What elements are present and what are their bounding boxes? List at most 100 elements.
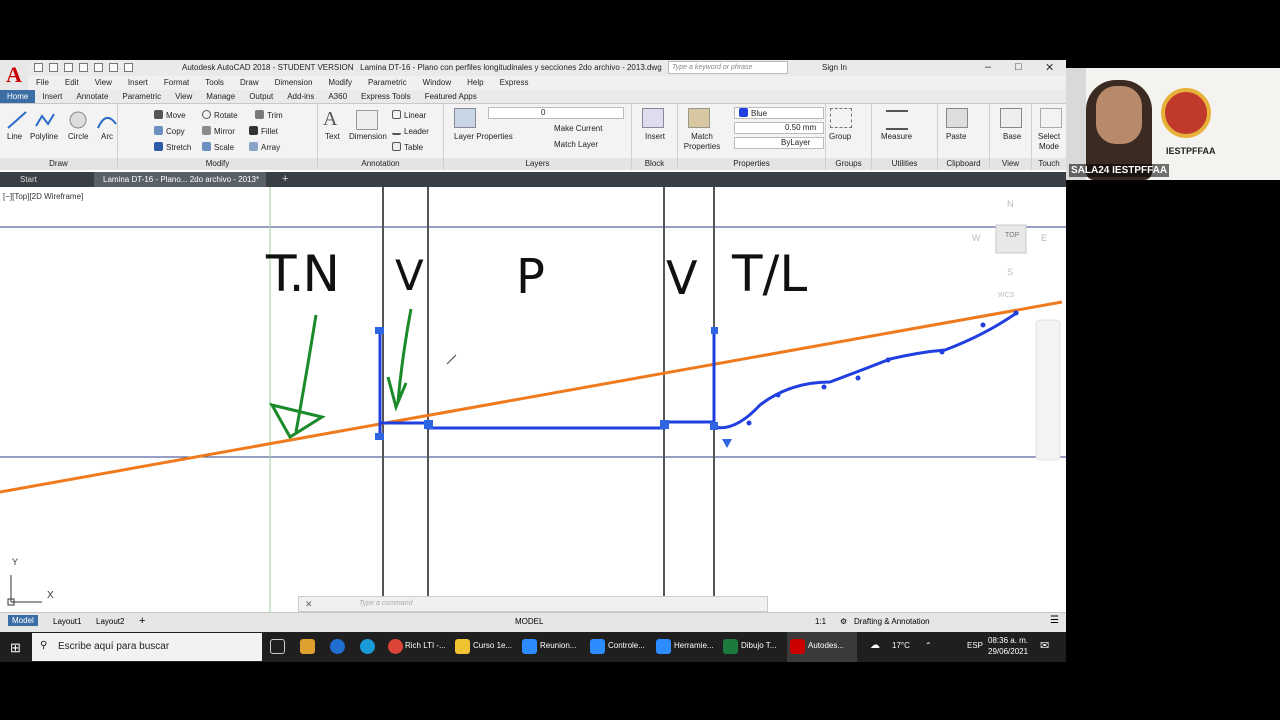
rotate-button[interactable]: Rotate [202, 110, 238, 120]
save-icon[interactable] [64, 63, 73, 72]
taskbar-app-folder[interactable]: Curso 1e... [473, 641, 512, 650]
autocad-icon[interactable] [790, 639, 805, 654]
task-view-icon[interactable] [270, 639, 285, 654]
help-search-input[interactable]: Type a keyword or phrase [668, 61, 788, 74]
weather-temp[interactable]: 17°C [892, 641, 910, 650]
taskbar-app-autocad[interactable]: Autodes... [808, 641, 844, 650]
group-icon[interactable] [830, 108, 852, 128]
open-icon[interactable] [49, 63, 58, 72]
menu-help[interactable]: Help [459, 76, 491, 90]
grip-2[interactable] [375, 433, 384, 440]
line-button[interactable]: Line [7, 132, 22, 141]
edge-icon[interactable] [360, 639, 375, 654]
edge-legacy-icon[interactable] [330, 639, 345, 654]
trim-button[interactable]: Trim [255, 110, 283, 120]
maximize-icon[interactable]: □ [1015, 61, 1022, 73]
viewcube-north[interactable]: N [1007, 199, 1014, 209]
match-properties-button[interactable]: Match Properties [681, 132, 723, 152]
layer-properties-icon[interactable] [454, 108, 476, 128]
menu-parametric[interactable]: Parametric [360, 76, 415, 90]
menu-dimension[interactable]: Dimension [267, 76, 321, 90]
mirror-button[interactable]: Mirror [202, 126, 235, 136]
notifications-icon[interactable]: ✉ [1040, 639, 1049, 652]
grip-3[interactable] [424, 420, 433, 429]
taskbar-app-zoom-3[interactable]: Herramie... [674, 641, 714, 650]
layer-properties-button[interactable]: Layer Properties [454, 132, 513, 142]
tab-manage[interactable]: Manage [199, 90, 242, 103]
scale-button[interactable]: Scale [202, 142, 234, 152]
layers-panel-title[interactable]: Layers [444, 158, 631, 170]
drawing-canvas[interactable]: [−][Top][2D Wireframe] T.N V P V T/L TOP… [0, 187, 1066, 612]
menu-view[interactable]: View [87, 76, 120, 90]
sign-in-button[interactable]: Sign In [822, 63, 847, 72]
measure-button[interactable]: Measure [881, 132, 912, 141]
active-document-label[interactable]: Lamina DT-16 - Plano... 2do archivo - 20… [103, 175, 259, 184]
base-button[interactable]: Base [1003, 132, 1021, 141]
match-layer-button[interactable]: Match Layer [554, 140, 598, 149]
annotation-scale[interactable]: 1:1 [815, 617, 826, 626]
base-icon[interactable] [1000, 108, 1022, 128]
clipboard-panel-title[interactable]: Clipboard [938, 158, 989, 170]
grip-5[interactable] [711, 327, 718, 334]
tab-home[interactable]: Home [0, 90, 36, 103]
viewcube-top[interactable]: TOP [1005, 232, 1019, 239]
taskbar-app-zoom-2[interactable]: Controle... [608, 641, 645, 650]
select-mode-icon[interactable] [1040, 108, 1062, 128]
dimension-button[interactable]: Dimension [349, 132, 387, 141]
line-icon[interactable] [6, 110, 28, 130]
paste-button[interactable]: Paste [946, 132, 966, 141]
insert-button[interactable]: Insert [632, 132, 678, 141]
fillet-button[interactable]: Fillet [249, 126, 278, 136]
taskbar-app-chrome[interactable]: Rich LTI -... [405, 641, 446, 650]
viewcube-east[interactable]: E [1041, 233, 1047, 243]
weather-cloud-icon[interactable]: ☁ [870, 640, 880, 651]
copy-button[interactable]: Copy [154, 126, 185, 136]
taskbar-search-input[interactable]: ⚲ Escribe aquí para buscar [32, 633, 262, 661]
menu-icon[interactable]: ☰ [1050, 615, 1059, 626]
chrome-icon[interactable] [388, 639, 403, 654]
color-dropdown[interactable]: Blue [734, 107, 824, 119]
input-language[interactable]: ESP [967, 641, 983, 650]
menu-insert[interactable]: Insert [120, 76, 156, 90]
saveas-icon[interactable] [79, 63, 88, 72]
lineweight-dropdown[interactable]: 0.50 mm [734, 122, 824, 134]
paste-icon[interactable] [946, 108, 968, 128]
circle-icon[interactable] [67, 110, 89, 130]
layout-tab-model[interactable]: Model [8, 615, 38, 626]
menu-draw[interactable]: Draw [232, 76, 267, 90]
start-tab[interactable]: Start [20, 175, 37, 184]
undo-icon[interactable] [109, 63, 118, 72]
taskbar-app-zoom-1[interactable]: Reunion... [540, 641, 576, 650]
close-icon[interactable]: ✕ [1045, 61, 1054, 74]
match-properties-icon[interactable] [688, 108, 710, 128]
tab-addins[interactable]: Add-ins [280, 90, 321, 103]
arc-icon[interactable] [96, 110, 118, 130]
arc-button[interactable]: Arc [101, 132, 113, 141]
tab-a360[interactable]: A360 [321, 90, 354, 103]
taskbar-app-excel[interactable]: Dibujo T... [741, 641, 776, 650]
wcs-menu[interactable]: WCS [998, 292, 1014, 299]
stretch-button[interactable]: Stretch [154, 142, 191, 152]
close-command-icon[interactable]: ✕ [305, 599, 313, 610]
viewcube-west[interactable]: W [972, 233, 981, 243]
redo-icon[interactable] [124, 63, 133, 72]
grip-1[interactable] [375, 327, 384, 334]
new-icon[interactable] [34, 63, 43, 72]
view-panel-title[interactable]: View [990, 158, 1031, 170]
dimension-icon[interactable] [356, 110, 378, 130]
excel-icon[interactable] [723, 639, 738, 654]
tab-annotate[interactable]: Annotate [69, 90, 115, 103]
grip-6[interactable] [710, 422, 718, 430]
draw-panel-title[interactable]: Draw [0, 158, 117, 170]
navigation-bar[interactable] [1035, 319, 1061, 461]
annotation-panel-title[interactable]: Annotation [318, 158, 443, 170]
viewcube-face[interactable] [995, 224, 1027, 254]
linetype-dropdown[interactable]: ByLayer [734, 137, 824, 149]
zoom-icon[interactable] [522, 639, 537, 654]
grip-triangle[interactable] [722, 439, 732, 448]
zoom-icon[interactable] [656, 639, 671, 654]
minimize-icon[interactable]: – [985, 61, 991, 73]
menu-edit[interactable]: Edit [57, 76, 87, 90]
groups-panel-title[interactable]: Groups [826, 158, 871, 170]
layer-dropdown[interactable]: 0 [488, 107, 624, 119]
